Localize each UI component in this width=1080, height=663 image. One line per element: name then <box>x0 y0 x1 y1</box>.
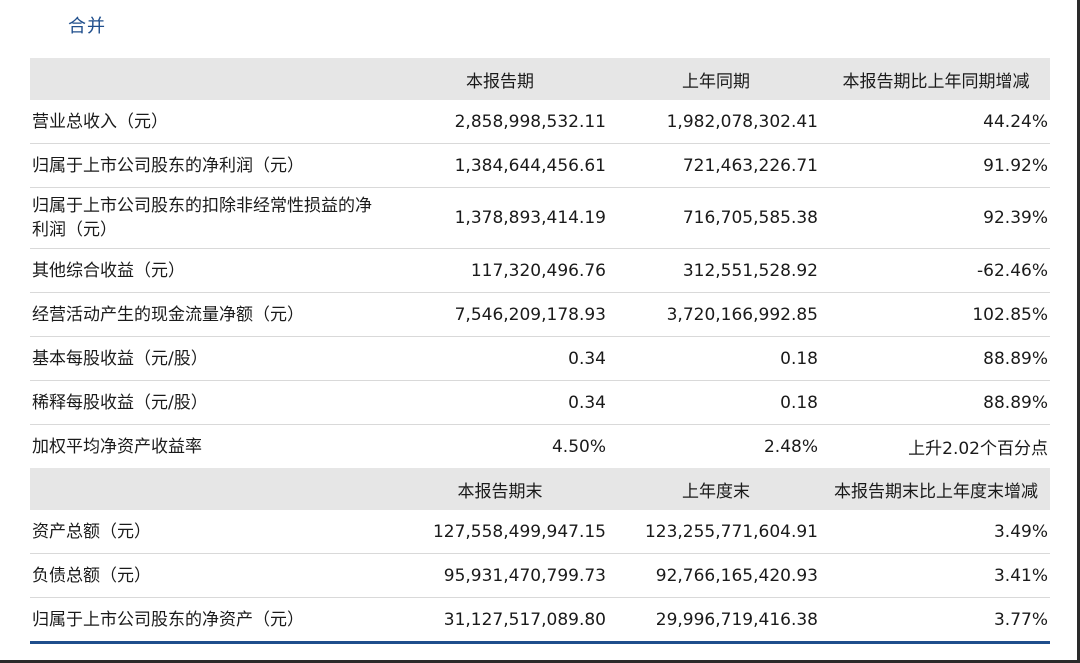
table-row: 负债总额（元） 95,931,470,799.73 92,766,165,420.9… <box>30 553 1050 598</box>
prior-period-value: 0.18 <box>610 336 822 381</box>
table-row: 经营活动产生的现金流量净额（元） 7,546,209,178.93 3,720,16… <box>30 292 1050 337</box>
column-header: 本报告期 <box>466 71 534 92</box>
period-end-header-row: 本报告期末 上年度末 本报告期末比上年度末增减 <box>30 468 1050 510</box>
row-label: 稀释每股收益（元/股） <box>30 380 390 425</box>
current-period-value: 95,931,470,799.73 <box>390 553 610 598</box>
table-row: 其他综合收益（元） 117,320,496.76 312,551,528.92 -62… <box>30 248 1050 293</box>
table-row: 归属于上市公司股东的扣除非经常性损益的净利润（元） 1,378,893,414.1… <box>30 187 1050 249</box>
table-row: 资产总额（元） 127,558,499,947.15 123,255,771,604… <box>30 510 1050 554</box>
prior-period-value: 716,705,585.38 <box>610 187 822 249</box>
prior-period-value: 29,996,719,416.38 <box>610 597 822 644</box>
row-label: 归属于上市公司股东的净资产（元） <box>30 597 390 644</box>
row-label: 归属于上市公司股东的净利润（元） <box>30 143 390 188</box>
change-value: 3.41% <box>822 553 1050 598</box>
change-value: 91.92% <box>822 143 1050 188</box>
prior-period-value: 721,463,226.71 <box>610 143 822 188</box>
table-row: 稀释每股收益（元/股） 0.34 0.18 88.89% <box>30 380 1050 425</box>
change-value: 3.77% <box>822 597 1050 644</box>
column-header: 上年同期 <box>682 71 750 92</box>
row-label: 负债总额（元） <box>30 553 390 598</box>
change-value: 88.89% <box>822 336 1050 381</box>
column-header: 本报告期比上年同期增减 <box>842 71 1030 92</box>
column-header: 本报告期末 <box>457 481 543 502</box>
change-value: 44.24% <box>822 100 1050 144</box>
current-period-value: 0.34 <box>390 380 610 425</box>
row-label: 经营活动产生的现金流量净额（元） <box>30 292 390 337</box>
prior-period-value: 3,720,166,992.85 <box>610 292 822 337</box>
prior-period-value: 312,551,528.92 <box>610 248 822 293</box>
table-row: 营业总收入（元） 2,858,998,532.11 1,982,078,302.41… <box>30 100 1050 144</box>
financial-summary-table: 本报告期 上年同期 本报告期比上年同期增减营业总收入（元） 2,858,998,532… <box>30 58 1050 644</box>
row-label: 其他综合收益（元） <box>30 248 390 293</box>
current-period-value: 0.34 <box>390 336 610 381</box>
row-label: 资产总额（元） <box>30 510 390 554</box>
table-row: 归属于上市公司股东的净资产（元） 31,127,517,089.80 29,996,… <box>30 597 1050 644</box>
prior-period-value: 92,766,165,420.93 <box>610 553 822 598</box>
change-value: -62.46% <box>822 248 1050 293</box>
table-row: 加权平均净资产收益率 4.50% 2.48% 上升2.02个百分点 <box>30 425 1050 469</box>
prior-period-value: 2.48% <box>763 436 818 457</box>
table-row: 归属于上市公司股东的净利润（元） 1,384,644,456.61 721,463,… <box>30 143 1050 188</box>
row-label: 加权平均净资产收益率 <box>32 436 202 457</box>
current-period-value: 2,858,998,532.11 <box>390 100 610 144</box>
change-value: 92.39% <box>822 187 1050 249</box>
period-header-row: 本报告期 上年同期 本报告期比上年同期增减 <box>30 58 1050 100</box>
row-label: 基本每股收益（元/股） <box>30 336 390 381</box>
financial-summary-body: 本报告期 上年同期 本报告期比上年同期增减营业总收入（元） 2,858,998,532… <box>30 58 1050 644</box>
column-header: 本报告期末比上年度末增减 <box>834 481 1038 502</box>
consolidated-label: 合并 <box>68 16 106 37</box>
change-value: 3.49% <box>822 510 1050 554</box>
table-row: 基本每股收益（元/股） 0.34 0.18 88.89% <box>30 336 1050 381</box>
row-label: 归属于上市公司股东的扣除非经常性损益的净利润（元） <box>30 187 390 249</box>
current-period-value: 7,546,209,178.93 <box>390 292 610 337</box>
change-value: 102.85% <box>822 292 1050 337</box>
current-period-value: 31,127,517,089.80 <box>390 597 610 644</box>
current-period-value: 117,320,496.76 <box>390 248 610 293</box>
current-period-value: 1,378,893,414.19 <box>390 187 610 249</box>
change-value: 上升2.02个百分点 <box>908 439 1048 459</box>
current-period-value: 4.50% <box>551 436 606 457</box>
current-period-value: 127,558,499,947.15 <box>390 510 610 554</box>
column-header <box>30 468 390 510</box>
prior-period-value: 123,255,771,604.91 <box>610 510 822 554</box>
current-period-value: 1,384,644,456.61 <box>390 143 610 188</box>
prior-period-value: 0.18 <box>610 380 822 425</box>
column-header: 上年度末 <box>682 481 750 502</box>
change-value: 88.89% <box>822 380 1050 425</box>
row-label: 营业总收入（元） <box>30 100 390 144</box>
column-header <box>30 58 390 100</box>
prior-period-value: 1,982,078,302.41 <box>610 100 822 144</box>
